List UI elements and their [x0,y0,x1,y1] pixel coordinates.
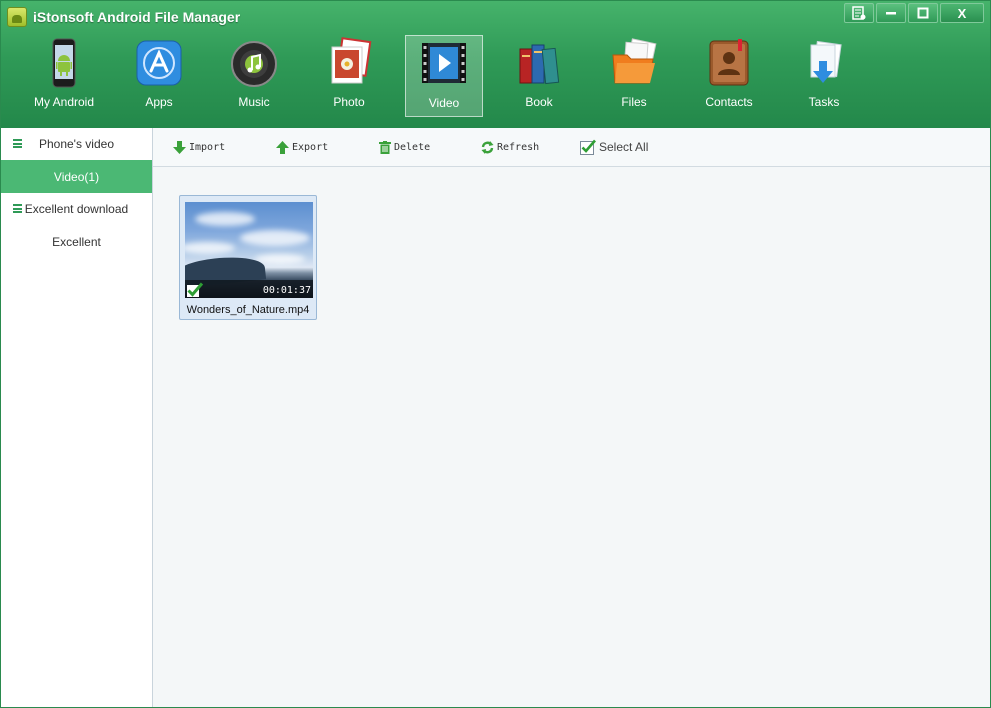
nav-label: Music [238,95,270,109]
books-icon [519,44,560,85]
app-title: iStonsoft Android File Manager [33,9,241,25]
close-button[interactable]: X [940,3,984,23]
menu-button[interactable] [844,3,874,23]
checkbox-checked-icon [580,139,596,155]
nav-apps[interactable]: Apps [120,35,198,117]
nav-label: Video [428,96,460,110]
nav-label: Contacts [705,95,753,109]
maximize-button[interactable] [908,3,938,23]
select-all-label: Select All [599,140,649,154]
contacts-book-icon [709,39,749,86]
android-phone-icon [52,38,76,88]
folder-icon [612,38,657,84]
export-label: Export [292,141,329,153]
nav-contacts[interactable]: Contacts [690,35,768,117]
video-film-icon [422,43,466,83]
refresh-button[interactable]: Refresh [481,138,539,156]
sidebar-item-label: Excellent [52,235,101,249]
sidebar-group-excellent-download[interactable]: Excellent download [1,193,152,225]
refresh-label: Refresh [497,141,540,153]
nav-label: Book [525,95,553,109]
video-duration: 00:01:37 [262,285,311,296]
nav-label: Files [621,95,647,109]
nav-label: My Android [33,95,95,109]
minimize-button[interactable] [876,3,906,23]
app-window: iStonsoft Android File Manager X My Andr… [0,0,991,708]
nav-label: Photo [333,95,365,109]
title-bar[interactable]: iStonsoft Android File Manager X [1,1,990,33]
nav-label: Apps [145,95,173,109]
nav-label: Tasks [808,95,840,109]
nav-video[interactable]: Video [405,35,483,117]
action-toolbar: Import Export Delete Refresh Select All [153,128,990,167]
minimize-icon [886,12,896,15]
export-button[interactable]: Export [276,138,328,156]
sidebar-group-phones-video[interactable]: Phone's video [1,128,152,160]
nav-my-android[interactable]: My Android [25,35,103,117]
trash-icon [379,140,391,154]
select-all-checkbox[interactable]: Select All [580,138,648,156]
refresh-icon [481,140,494,154]
import-label: Import [189,141,226,153]
music-disc-icon [231,41,277,87]
sidebar: Phone's video Video(1) Excellent downloa… [1,128,153,707]
file-name: Wonders_of_Nature.mp4 [186,304,310,316]
tasks-download-icon [810,40,842,83]
window-controls: X [844,3,984,25]
sidebar-group-label: Phone's video [38,137,114,151]
file-grid: 00:01:37 Wonders_of_Nature.mp4 [153,167,990,707]
nav-tasks[interactable]: Tasks [785,35,863,117]
video-thumbnail: 00:01:37 [185,202,313,298]
photo-icon [331,37,372,84]
sidebar-item-label: Video(1) [53,170,100,184]
menu-icon [852,6,866,20]
main-nav: My Android Apps Music Photo Video Book F… [1,33,990,123]
sidebar-group-label: Excellent download [24,202,129,216]
nav-files[interactable]: Files [595,35,673,117]
delete-button[interactable]: Delete [379,138,430,156]
nav-photo[interactable]: Photo [310,35,388,117]
export-arrow-icon [276,140,289,154]
sidebar-item-video[interactable]: Video(1) [1,160,152,193]
import-arrow-icon [173,140,186,154]
nav-music[interactable]: Music [215,35,293,117]
checkmark-icon[interactable] [186,282,204,298]
app-store-icon [136,40,182,86]
delete-label: Delete [394,141,431,153]
sidebar-item-excellent[interactable]: Excellent [1,225,152,258]
android-app-icon [7,7,27,27]
maximize-icon [917,7,929,19]
video-file-item[interactable]: 00:01:37 Wonders_of_Nature.mp4 [179,195,317,320]
header-bar: iStonsoft Android File Manager X My Andr… [1,1,990,128]
import-button[interactable]: Import [173,138,225,156]
nav-book[interactable]: Book [500,35,578,117]
